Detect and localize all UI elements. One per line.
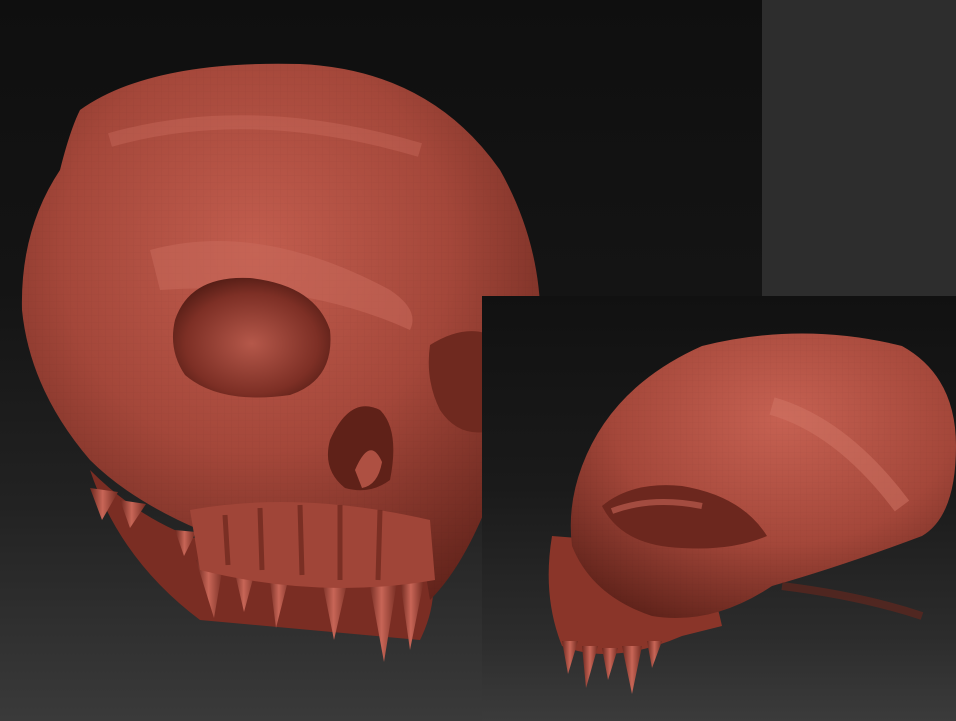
skull-side-cranium [570, 333, 956, 618]
viewport-background-corner [762, 0, 956, 296]
skull-front-upper-teeth [190, 502, 435, 588]
side-view-panel [482, 296, 956, 721]
sculpt-viewport [0, 0, 956, 721]
skull-side-render [548, 333, 956, 694]
